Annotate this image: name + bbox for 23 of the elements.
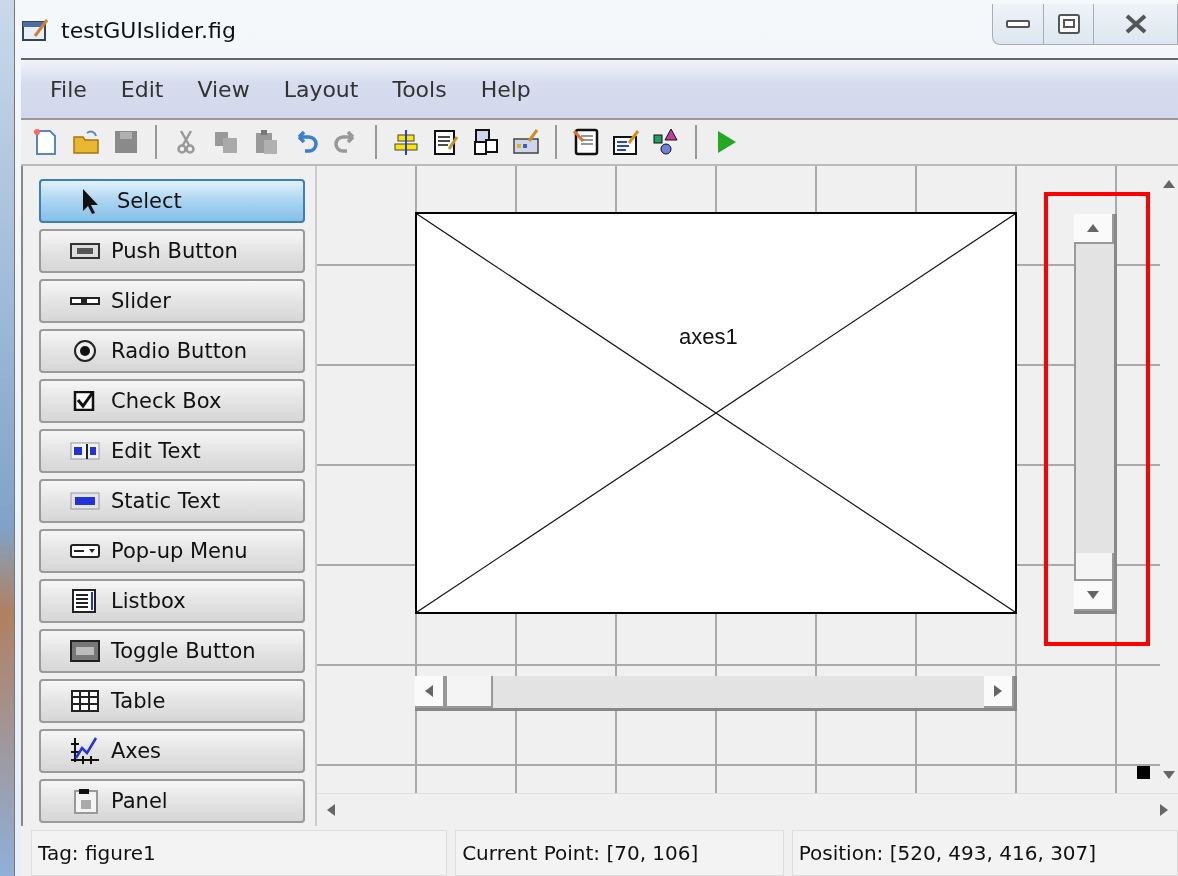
palette-button[interactable]: Panel: [39, 779, 305, 823]
menu-item[interactable]: Edit: [103, 76, 181, 102]
palette-button[interactable]: Listbox: [39, 579, 305, 623]
status-field: Current Point: [70, 106]: [455, 830, 784, 876]
palette-button[interactable]: Edit Text: [39, 429, 305, 473]
palette-button[interactable]: Slider: [39, 279, 305, 323]
palette-button[interactable]: Static Text: [39, 479, 305, 523]
menu-item[interactable]: Layout: [266, 76, 376, 102]
window-title: testGUIslider.fig: [61, 18, 236, 43]
palette-button[interactable]: Radio Button: [39, 329, 305, 373]
menu-item[interactable]: File: [33, 76, 104, 102]
status-field: Tag: figure1: [31, 830, 448, 876]
palette-button[interactable]: Pop-up Menu: [39, 529, 305, 573]
menu-item[interactable]: View: [180, 76, 267, 102]
palette-button[interactable]: Check Box: [39, 379, 305, 423]
palette-button[interactable]: Axes: [39, 729, 305, 773]
palette-button[interactable]: Toggle Button: [39, 629, 305, 673]
menu-item[interactable]: Tools: [375, 76, 464, 102]
status-field: Position: [520, 493, 416, 307]: [791, 830, 1178, 876]
palette-button[interactable]: Push Button: [39, 229, 305, 273]
palette-button[interactable]: Select: [39, 179, 305, 223]
palette-button[interactable]: Table: [39, 679, 305, 723]
menu-item[interactable]: Help: [463, 76, 548, 102]
